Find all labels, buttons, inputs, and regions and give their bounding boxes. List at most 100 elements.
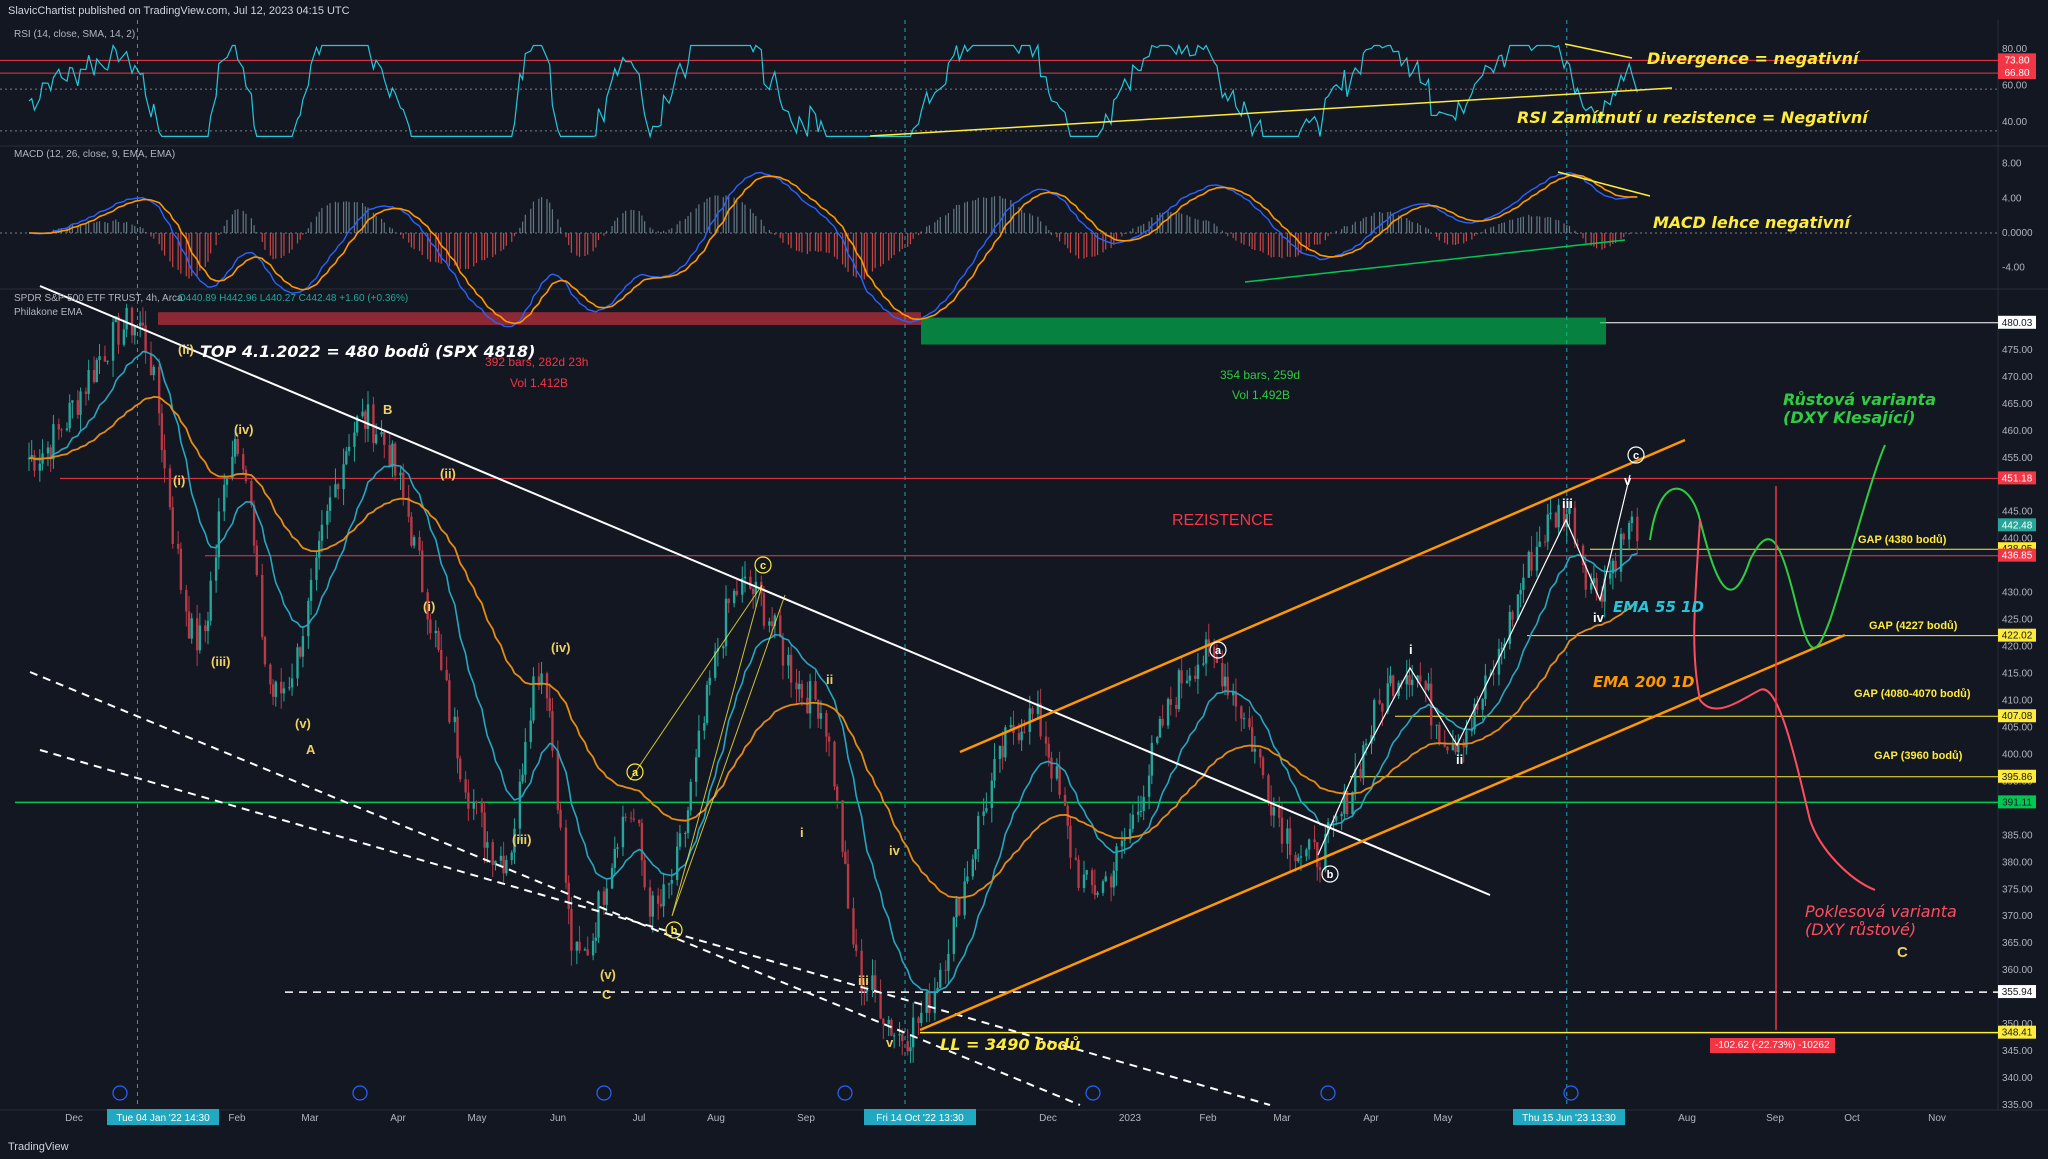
candle-body: [317, 540, 321, 558]
candle-body: [1044, 736, 1048, 744]
candle-body: [689, 781, 692, 811]
candle-body: [998, 745, 1002, 760]
candle-body: [1242, 718, 1246, 720]
candle-body: [852, 908, 855, 945]
wave-circle-label: c: [760, 560, 766, 572]
candle-body: [909, 1047, 912, 1052]
price-tick: 470.00: [2002, 372, 2033, 383]
candle-body: [33, 455, 36, 471]
candle-body: [1299, 856, 1303, 858]
rsi-tick: 60.00: [2002, 80, 2027, 91]
candle-body: [833, 741, 836, 787]
time-tick: Jun: [550, 1113, 566, 1124]
candle-body: [328, 497, 332, 511]
price-tick: 360.00: [2002, 965, 2033, 976]
rsi-rejection-note: RSI Zamítnutí u rezistence = Negativní: [1517, 108, 1868, 127]
ema-200-line: [28, 395, 1638, 899]
rsi-tag-label: 73.80: [2004, 55, 2029, 66]
candle-body: [1373, 700, 1376, 736]
candle-body: [798, 683, 801, 690]
candle-body: [1020, 731, 1023, 741]
candle-body: [814, 681, 817, 700]
candle-body: [79, 391, 82, 415]
ema-indicator-label[interactable]: Philakone EMA: [14, 307, 82, 318]
candle-body: [347, 446, 351, 452]
date-range-green: [921, 317, 1606, 345]
candle-body: [480, 802, 484, 813]
wave-label: iv: [1593, 610, 1604, 625]
candle-body: [320, 524, 324, 541]
ema55-label: EMA 55 1D: [1613, 598, 1704, 616]
price-tag-label: 436.85: [2002, 551, 2033, 562]
decline-scenario-label: Poklesová varianta: [1805, 902, 1957, 921]
candle-body: [1307, 839, 1311, 850]
candle-body: [1481, 698, 1484, 710]
candle-body: [1294, 854, 1297, 862]
candle-body: [345, 451, 348, 465]
candle-body: [1364, 743, 1368, 746]
brand-footer[interactable]: TradingView: [8, 1141, 69, 1153]
macd-tick: 0.0000: [2002, 228, 2033, 239]
candle-body: [667, 883, 671, 885]
candle-body: [185, 589, 188, 612]
candle-body: [152, 366, 155, 376]
candle-body: [334, 484, 337, 498]
candle-body: [1538, 541, 1541, 547]
rsi-divergence-line: [1564, 43, 1633, 59]
candle-body: [1131, 814, 1135, 829]
candle-body: [662, 884, 665, 907]
time-tick: Feb: [1199, 1113, 1217, 1124]
rsi-indicator-label[interactable]: RSI (14, close, SMA, 14, 2): [14, 29, 135, 40]
candle-body: [629, 817, 633, 819]
candle-body: [887, 1019, 890, 1024]
candle-body: [1335, 816, 1338, 821]
candle-body: [532, 676, 535, 721]
candle-body: [977, 815, 980, 850]
candle-body: [282, 688, 286, 694]
candle-body: [402, 472, 405, 498]
candle-body: [217, 511, 221, 558]
candle-body: [1196, 664, 1200, 679]
candle-body: [971, 859, 974, 877]
candle-body: [1123, 839, 1126, 841]
price-tag-label: 442.48: [2002, 520, 2033, 531]
candle-body: [1077, 859, 1080, 889]
candle-body: [684, 832, 687, 834]
candle-body: [898, 1034, 901, 1036]
candle-body: [475, 802, 478, 804]
candle-body: [1272, 807, 1276, 816]
candle-body: [187, 611, 191, 639]
price-tick: 460.00: [2002, 426, 2033, 437]
bars-red-annotation: 392 bars, 282d 23h: [485, 355, 589, 369]
measure-readout: -102.62 (-22.73%) -10262: [1710, 1038, 1835, 1053]
candle-body: [781, 637, 785, 666]
candle-body: [1085, 870, 1088, 875]
candle-body: [1221, 663, 1224, 687]
candle-body: [46, 447, 50, 454]
candle-body: [1554, 512, 1558, 528]
growth-scenario-sub: (DXY Klesající): [1783, 408, 1916, 427]
time-tick: Aug: [707, 1113, 725, 1124]
time-highlight-label: Tue 04 Jan '22 14:30: [116, 1113, 210, 1124]
candle-body: [421, 550, 424, 593]
candle-body: [1297, 857, 1300, 862]
wave-label: (ii): [178, 342, 194, 357]
chart-canvas[interactable]: a b c a b c 475.00 470.00 465.00 460.00 455.00 445.…: [0, 0, 2048, 1159]
macd-indicator-label[interactable]: MACD (12, 26, close, 9, EMA, EMA): [14, 149, 175, 160]
candle-body: [1288, 828, 1292, 855]
wave-label: i: [1409, 642, 1413, 657]
candle-body: [1392, 675, 1395, 696]
symbol-label[interactable]: SPDR S&P 500 ETF TRUST, 4h, Arca: [14, 293, 183, 304]
candle-body: [597, 891, 600, 938]
rsi-tick: 40.00: [2002, 117, 2027, 128]
candle-body: [122, 329, 126, 345]
abc-wedge: [629, 584, 786, 917]
candle-body: [1147, 775, 1151, 797]
candle-body: [651, 895, 654, 917]
rsi-line: [28, 43, 1638, 139]
candle-body: [1530, 551, 1533, 571]
candle-body: [336, 484, 340, 490]
candle-body: [939, 969, 942, 988]
candle-body: [133, 326, 136, 336]
wave-label: (ii): [440, 466, 456, 481]
